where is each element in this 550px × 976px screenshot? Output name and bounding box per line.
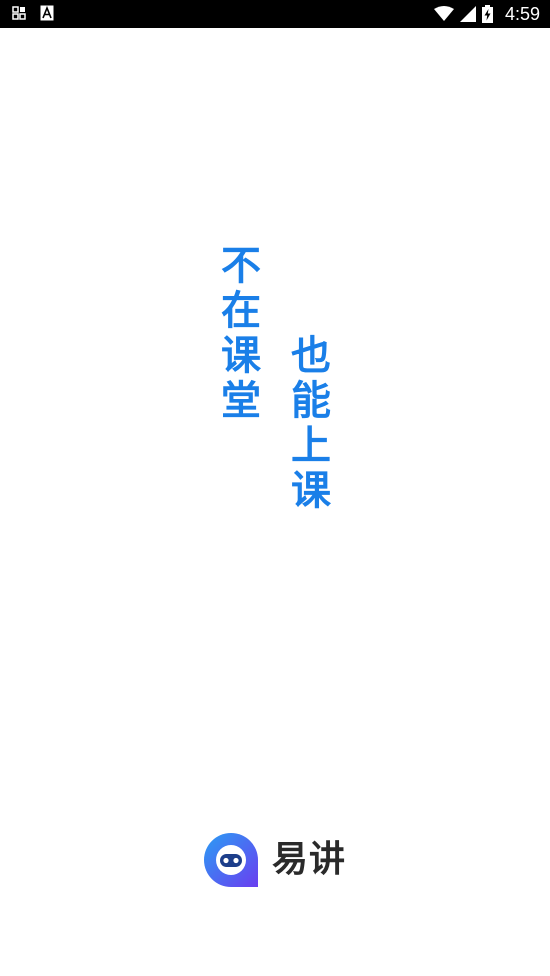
- notification-grid-icon: [12, 6, 26, 20]
- font-a-icon: [40, 5, 54, 21]
- slogan-right-column: 也 能 上 课: [289, 334, 333, 514]
- signal-icon: [459, 6, 476, 22]
- wifi-icon: [433, 6, 454, 22]
- slogan-char: 在: [221, 288, 261, 334]
- status-bar-left: [12, 5, 54, 21]
- status-time: 4:59: [504, 4, 540, 24]
- slogan-char: 堂: [221, 378, 261, 424]
- app-logo: 易讲: [201, 831, 346, 889]
- slogan-char: 不: [221, 243, 261, 289]
- slogan-char: 也: [291, 333, 331, 379]
- slogan-char: 课: [291, 468, 331, 514]
- app-name: 易讲: [272, 839, 347, 880]
- slogan-char: 能: [291, 378, 331, 424]
- slogan-left-column: 不 在 课 堂: [219, 244, 263, 424]
- slogan-char: 课: [221, 333, 261, 379]
- splash-screen: 4:59 不 在 课 堂 也 能 上 课 易讲: [0, 0, 550, 976]
- battery-charging-icon: [481, 5, 493, 23]
- robot-chat-bubble-icon: [201, 831, 261, 889]
- slogan-char: 上: [291, 423, 331, 469]
- status-bar-right: 4:59: [433, 3, 540, 25]
- status-bar: 4:59: [0, 0, 550, 28]
